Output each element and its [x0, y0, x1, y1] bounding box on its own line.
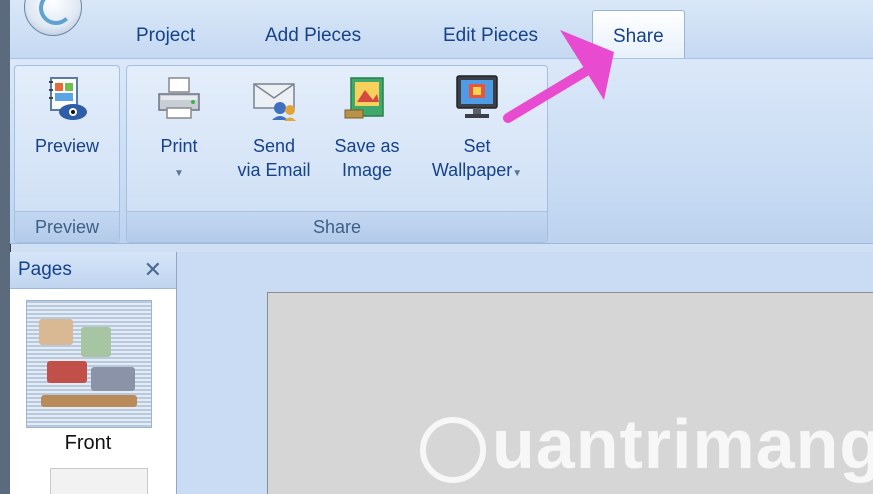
thumb-piece-icon: [41, 395, 137, 407]
send-via-email-label-1: Send: [252, 136, 296, 156]
page-thumbnail-front[interactable]: [26, 300, 152, 428]
app-menu-button[interactable]: [24, 0, 82, 36]
tab-project[interactable]: Project: [136, 20, 195, 56]
preview-icon: [43, 74, 91, 122]
preview-button-label: Preview: [34, 136, 100, 156]
tab-share-label: Share: [613, 26, 664, 47]
watermark: uantrimang: [420, 404, 873, 484]
pages-pane-header: Pages ✕: [10, 252, 176, 289]
tab-add-pieces[interactable]: Add Pieces: [265, 20, 361, 56]
print-button[interactable]: Print ▼: [147, 74, 211, 186]
preview-group: Preview Preview: [14, 65, 120, 243]
save-as-image-button[interactable]: Save as Image: [323, 74, 411, 182]
pages-pane: Pages ✕ Front: [10, 252, 177, 494]
pages-pane-title: Pages: [18, 259, 72, 280]
app-window: Project Add Pieces Edit Pieces Share Pre…: [0, 0, 873, 494]
ribbon-tab-row: Project Add Pieces Edit Pieces Share: [10, 0, 873, 59]
preview-button[interactable]: Preview: [25, 74, 109, 158]
share-group: Print ▼ Send via Email Save as Image Set…: [126, 65, 548, 243]
thumb-piece-icon: [91, 367, 135, 391]
send-via-email-label-2: via Email: [237, 160, 311, 180]
monitor-icon: [453, 74, 501, 122]
save-as-image-label-1: Save as: [334, 136, 400, 156]
page-thumbnail-label: Front: [64, 432, 112, 454]
page-thumbnail-second[interactable]: [50, 468, 148, 494]
preview-group-label: Preview: [15, 211, 119, 242]
printer-icon: [155, 74, 203, 122]
save-image-icon: [343, 74, 391, 122]
tab-add-pieces-label: Add Pieces: [265, 25, 362, 46]
tab-edit-pieces[interactable]: Edit Pieces: [443, 20, 538, 56]
watermark-text: uantrimang: [492, 405, 873, 483]
print-button-label: Print: [160, 136, 198, 156]
tab-edit-pieces-label: Edit Pieces: [443, 25, 539, 46]
set-wallpaper-label-2-wrap: Wallpaper▼: [417, 158, 537, 186]
lightbulb-icon: [420, 416, 486, 483]
thumb-piece-icon: [81, 327, 111, 357]
set-wallpaper-button[interactable]: Set Wallpaper▼: [417, 74, 537, 186]
close-pages-icon[interactable]: ✕: [144, 252, 162, 288]
tab-project-label: Project: [136, 25, 196, 46]
wallpaper-dropdown-arrow-icon[interactable]: ▼: [512, 162, 522, 186]
app-logo-icon: [39, 0, 73, 25]
ribbon: Preview Preview Print ▼ Send via Email S…: [10, 58, 873, 244]
share-group-label: Share: [127, 211, 547, 242]
save-as-image-label-2: Image: [341, 160, 393, 180]
set-wallpaper-label-1: Set: [463, 136, 491, 156]
thumb-piece-icon: [47, 361, 87, 383]
email-icon: [250, 74, 298, 122]
set-wallpaper-label-2: Wallpaper: [431, 160, 513, 180]
print-dropdown-arrow-icon[interactable]: ▼: [174, 162, 184, 186]
tab-share[interactable]: Share: [592, 10, 685, 59]
thumb-piece-icon: [39, 319, 73, 345]
send-via-email-button[interactable]: Send via Email: [227, 74, 321, 182]
